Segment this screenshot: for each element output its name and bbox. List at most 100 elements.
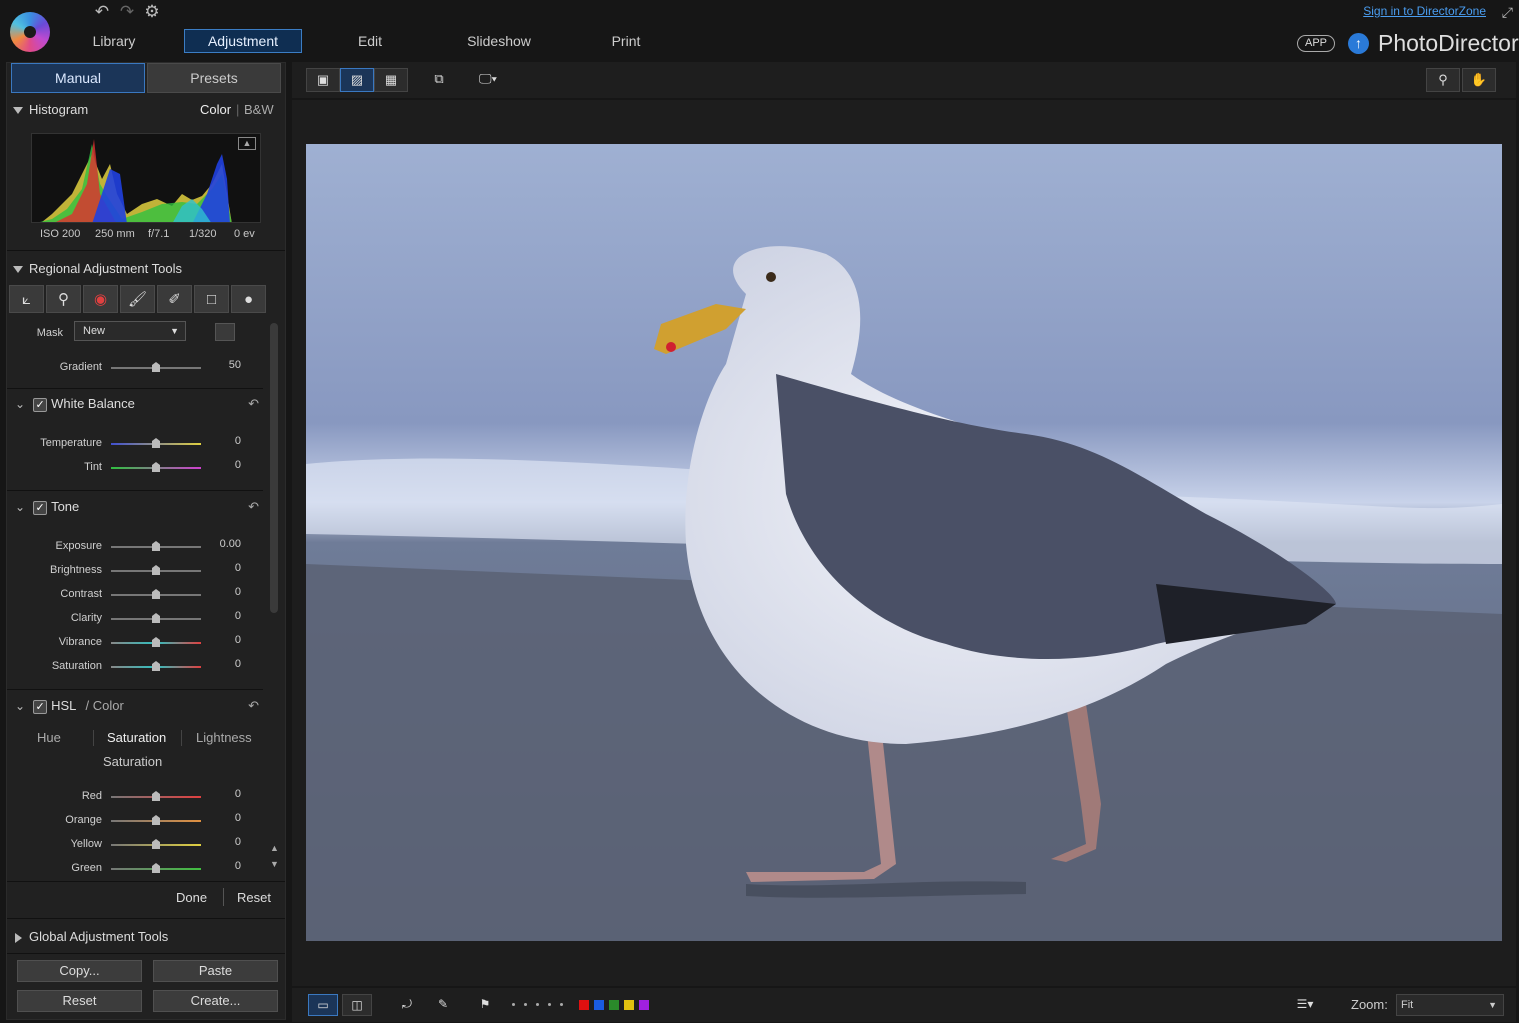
create-preset-button[interactable]: Create... (153, 990, 278, 1012)
copy-button[interactable]: Copy... (17, 960, 142, 982)
rating-dot-2[interactable] (524, 1003, 527, 1006)
hand-pan-icon[interactable]: ✋ (1462, 68, 1496, 92)
before-after-view-icon[interactable]: ▣ (306, 68, 340, 92)
tone-checkbox[interactable]: ✓ (33, 500, 48, 515)
zoom-magnifier-icon[interactable]: ⚲ (1426, 68, 1460, 92)
scroll-down-icon[interactable]: ▼ (270, 859, 279, 869)
rating-dot-4[interactable] (548, 1003, 551, 1006)
undo-icon[interactable]: ↶ (92, 2, 112, 22)
reset-button[interactable]: Reset (237, 890, 271, 905)
auto-brush-icon[interactable]: ✐ (157, 285, 192, 313)
tab-presets[interactable]: Presets (147, 63, 281, 93)
spot-removal-icon[interactable]: ⚲ (46, 285, 81, 313)
mask-select[interactable]: New ▼ (74, 321, 186, 341)
tint-value[interactable]: 0 (201, 459, 241, 471)
orange-value[interactable]: 0 (201, 812, 241, 824)
edit-pen-icon[interactable]: ✎ (428, 994, 458, 1016)
exposure-value[interactable]: 0.00 (201, 538, 241, 550)
red-slider-thumb[interactable] (152, 791, 160, 801)
reset-icon[interactable]: ↶ (248, 494, 259, 520)
single-view-icon[interactable]: ▭ (308, 994, 338, 1016)
clipping-warning-icon[interactable]: ▲ (238, 137, 256, 150)
green-value[interactable]: 0 (201, 860, 241, 872)
saturation-slider-thumb[interactable] (152, 661, 160, 671)
white-balance-checkbox[interactable]: ✓ (33, 397, 48, 412)
saturation-value[interactable]: 0 (201, 658, 241, 670)
brightness-slider-thumb[interactable] (152, 565, 160, 575)
vibrance-slider-thumb[interactable] (152, 637, 160, 647)
adjustment-brush-icon[interactable]: 🖌 (120, 285, 155, 313)
redo-icon[interactable]: ↷ (117, 2, 137, 22)
grid-view-icon[interactable]: ▦ (374, 68, 408, 92)
yellow-value[interactable]: 0 (201, 836, 241, 848)
nav-slideshow[interactable]: Slideshow (455, 29, 543, 53)
paste-button[interactable]: Paste (153, 960, 278, 982)
color-label-blue[interactable] (594, 1000, 604, 1010)
tone-header[interactable]: ⌄ ✓ Tone ↶ (7, 494, 263, 520)
signin-link[interactable]: Sign in to DirectorZone (1363, 4, 1486, 18)
nav-adjustment[interactable]: Adjustment (184, 29, 302, 53)
radial-filter-icon[interactable]: ● (231, 285, 266, 313)
nav-print[interactable]: Print (600, 29, 652, 53)
clarity-slider-thumb[interactable] (152, 613, 160, 623)
reset-icon[interactable]: ↶ (248, 391, 259, 417)
info-menu-icon[interactable]: ☰▾ (1290, 994, 1320, 1016)
rating-dot-3[interactable] (536, 1003, 539, 1006)
red-eye-icon[interactable]: ◉ (83, 285, 118, 313)
yellow-slider-thumb[interactable] (152, 839, 160, 849)
orange-slider-thumb[interactable] (152, 815, 160, 825)
compare-view-icon[interactable]: ⧉ (422, 68, 456, 92)
temperature-value[interactable]: 0 (201, 435, 241, 447)
white-balance-header[interactable]: ⌄ ✓ White Balance ↶ (7, 391, 263, 417)
loupe-view-icon[interactable]: ▨ (340, 68, 374, 92)
gradient-value[interactable]: 50 (201, 359, 241, 371)
hsl-tab-hue[interactable]: Hue (37, 730, 61, 745)
hsl-checkbox[interactable]: ✓ (33, 699, 48, 714)
color-label-yellow[interactable] (624, 1000, 634, 1010)
monitor-dropdown-icon[interactable]: 🖵▾ (468, 68, 508, 92)
clarity-value[interactable]: 0 (201, 610, 241, 622)
color-label-green[interactable] (609, 1000, 619, 1010)
hsl-color-mode[interactable]: / Color (86, 698, 124, 713)
compare-side-icon[interactable]: ◫ (342, 994, 372, 1016)
reset-all-button[interactable]: Reset (17, 990, 142, 1012)
green-slider-thumb[interactable] (152, 863, 160, 873)
hsl-header[interactable]: ⌄ ✓ HSL / Color ↶ (7, 693, 263, 719)
nav-edit[interactable]: Edit (340, 29, 400, 53)
histogram-bw-toggle[interactable]: B&W (244, 97, 274, 123)
tab-manual[interactable]: Manual (11, 63, 145, 93)
reset-icon[interactable]: ↶ (248, 693, 259, 719)
photo-seagull[interactable] (306, 144, 1502, 941)
rating-dot-1[interactable] (512, 1003, 515, 1006)
upgrade-icon[interactable]: ↑ (1348, 33, 1369, 54)
panel-scrollbar[interactable] (270, 323, 278, 613)
color-label-red[interactable] (579, 1000, 589, 1010)
crop-icon[interactable]: ⟀ (9, 285, 44, 313)
fullscreen-icon[interactable]: ⤢ (1502, 4, 1513, 21)
done-button[interactable]: Done (176, 890, 207, 905)
app-logo[interactable] (10, 12, 50, 52)
graduated-filter-icon[interactable]: □ (194, 285, 229, 313)
brightness-value[interactable]: 0 (201, 562, 241, 574)
rating-dot-5[interactable] (560, 1003, 563, 1006)
histogram-color-toggle[interactable]: Color (200, 97, 231, 123)
regional-tools-header[interactable]: Regional Adjustment Tools (7, 256, 285, 282)
hsl-tab-lightness[interactable]: Lightness (196, 730, 252, 745)
temperature-slider-thumb[interactable] (152, 438, 160, 448)
flag-icon[interactable]: ⚑ (470, 994, 500, 1016)
tint-slider-thumb[interactable] (152, 462, 160, 472)
gradient-slider-thumb[interactable] (152, 362, 160, 372)
red-value[interactable]: 0 (201, 788, 241, 800)
color-label-purple[interactable] (639, 1000, 649, 1010)
contrast-slider-thumb[interactable] (152, 589, 160, 599)
mask-overlay-button[interactable] (215, 323, 235, 341)
contrast-value[interactable]: 0 (201, 586, 241, 598)
scroll-up-icon[interactable]: ▲ (270, 843, 279, 853)
zoom-select[interactable]: Fit ▼ (1396, 994, 1504, 1016)
rotate-icon[interactable]: ⤾ (392, 994, 422, 1016)
app-badge[interactable]: APP (1297, 35, 1335, 52)
vibrance-value[interactable]: 0 (201, 634, 241, 646)
exposure-slider-thumb[interactable] (152, 541, 160, 551)
histogram-header[interactable]: Histogram Color | B&W (7, 97, 285, 123)
hsl-tab-saturation[interactable]: Saturation (107, 730, 166, 745)
